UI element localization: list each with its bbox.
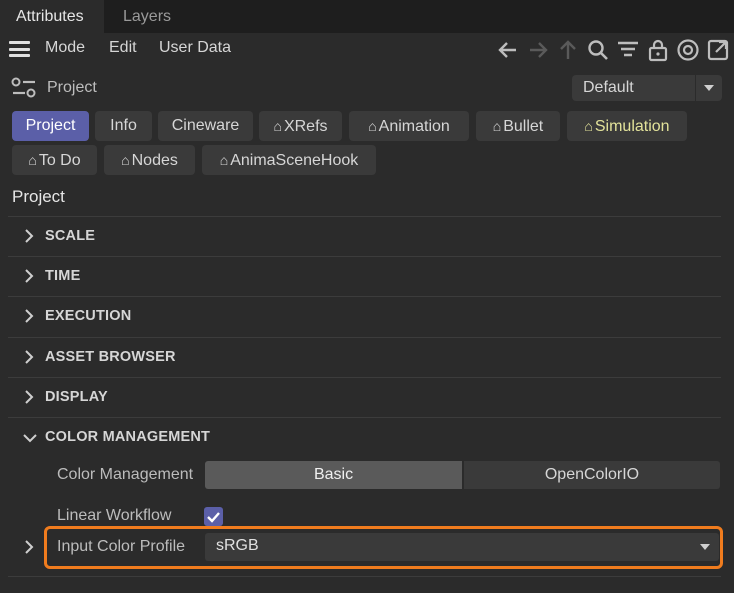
group-label: EXECUTION: [45, 308, 132, 324]
tab-label: Animation: [378, 118, 450, 135]
menu-user-data[interactable]: User Data: [159, 39, 231, 57]
house-tag-icon: ⌂: [492, 118, 502, 134]
option-opencolorio[interactable]: OpenColorIO: [464, 461, 720, 489]
menu-bar: Mode Edit User Data: [0, 33, 734, 67]
tab-label: Nodes: [131, 152, 178, 169]
back-arrow-icon[interactable]: [496, 38, 520, 62]
new-window-icon[interactable]: [706, 38, 730, 62]
color-management-segmented: Basic OpenColorIO: [205, 461, 720, 489]
house-tag-icon: ⌂: [28, 152, 37, 168]
input-color-profile-dropdown[interactable]: sRGB: [205, 533, 719, 561]
house-tag-icon: ⌂: [121, 152, 130, 168]
up-arrow-icon[interactable]: [556, 38, 580, 62]
project-settings-icon: [11, 77, 37, 99]
chevron-right-icon[interactable]: [23, 268, 35, 284]
object-header: Project Default: [0, 70, 734, 106]
tab-animascenehook[interactable]: ⌂ AnimaSceneHook: [202, 145, 376, 175]
chevron-right-icon[interactable]: [23, 308, 35, 324]
tab-to-do[interactable]: ⌂ To Do: [12, 145, 97, 175]
group-label: SCALE: [45, 228, 96, 244]
tab-label: To Do: [38, 152, 81, 169]
group-label: COLOR MANAGEMENT: [45, 429, 211, 445]
group-asset-browser[interactable]: ASSET BROWSER: [8, 337, 721, 377]
tab-label: Project: [25, 117, 76, 134]
chevron-down-icon[interactable]: [22, 431, 38, 443]
tab-label: AnimaSceneHook: [230, 152, 359, 169]
tab-label: Simulation: [594, 118, 670, 135]
menu-mode[interactable]: Mode: [45, 39, 85, 57]
tab-simulation[interactable]: ⌂ Simulation: [567, 111, 687, 141]
object-title: Project: [47, 79, 97, 96]
tab-xrefs[interactable]: ⌂ XRefs: [259, 111, 342, 141]
group-color-management[interactable]: COLOR MANAGEMENT: [8, 417, 721, 457]
panel-tab-bar: Attributes Layers: [0, 0, 734, 33]
house-tag-icon: ⌂: [219, 152, 229, 168]
lock-icon[interactable]: [646, 38, 670, 62]
group-display[interactable]: DISPLAY: [8, 377, 721, 417]
color-management-label: Color Management: [57, 466, 194, 483]
forward-arrow-icon[interactable]: [526, 38, 550, 62]
input-color-profile-value: sRGB: [216, 537, 259, 554]
group-label: DISPLAY: [45, 389, 108, 405]
tab-label: Bullet: [503, 118, 544, 135]
filter-icon[interactable]: [616, 38, 640, 62]
tab-nodes[interactable]: ⌂ Nodes: [104, 145, 195, 175]
chevron-right-icon[interactable]: [23, 389, 35, 405]
house-tag-icon: ⌂: [368, 118, 377, 134]
search-icon[interactable]: [586, 38, 610, 62]
tab-bullet[interactable]: ⌂ Bullet: [476, 111, 560, 141]
preset-dropdown-value: Default: [583, 79, 634, 96]
checkmark-icon: [207, 512, 220, 523]
tab-attributes[interactable]: Attributes: [0, 0, 104, 33]
tab-label: XRefs: [283, 118, 328, 135]
tab-info[interactable]: Info: [95, 111, 152, 141]
tab-layers[interactable]: Layers: [107, 0, 187, 33]
group-scale[interactable]: SCALE: [8, 216, 721, 256]
divider: [8, 576, 721, 577]
tab-label: Cineware: [171, 117, 240, 134]
chevron-right-icon[interactable]: [23, 349, 35, 365]
hamburger-menu-icon[interactable]: [9, 41, 30, 57]
tab-label: Info: [110, 117, 137, 134]
menu-edit[interactable]: Edit: [109, 39, 137, 57]
preset-dropdown[interactable]: Default: [572, 75, 722, 101]
group-label: TIME: [45, 268, 81, 284]
linear-workflow-checkbox[interactable]: [204, 507, 223, 526]
tab-project[interactable]: Project: [12, 111, 89, 141]
linear-workflow-label: Linear Workflow: [57, 507, 172, 524]
chevron-down-icon[interactable]: [695, 75, 722, 101]
house-tag-icon: ⌂: [273, 118, 282, 134]
input-color-profile-label: Input Color Profile: [57, 538, 186, 555]
target-icon[interactable]: [676, 38, 700, 62]
tab-cineware[interactable]: Cineware: [158, 111, 253, 141]
group-time[interactable]: TIME: [8, 256, 721, 296]
chevron-right-icon[interactable]: [23, 539, 35, 560]
chevron-down-icon: [700, 544, 710, 550]
option-basic[interactable]: Basic: [205, 461, 462, 489]
tab-animation[interactable]: ⌂ Animation: [349, 111, 469, 141]
section-title: Project: [12, 187, 65, 206]
group-label: ASSET BROWSER: [45, 349, 176, 365]
chevron-right-icon[interactable]: [23, 228, 35, 244]
house-tag-icon: ⌂: [584, 118, 593, 134]
group-execution[interactable]: EXECUTION: [8, 296, 721, 336]
